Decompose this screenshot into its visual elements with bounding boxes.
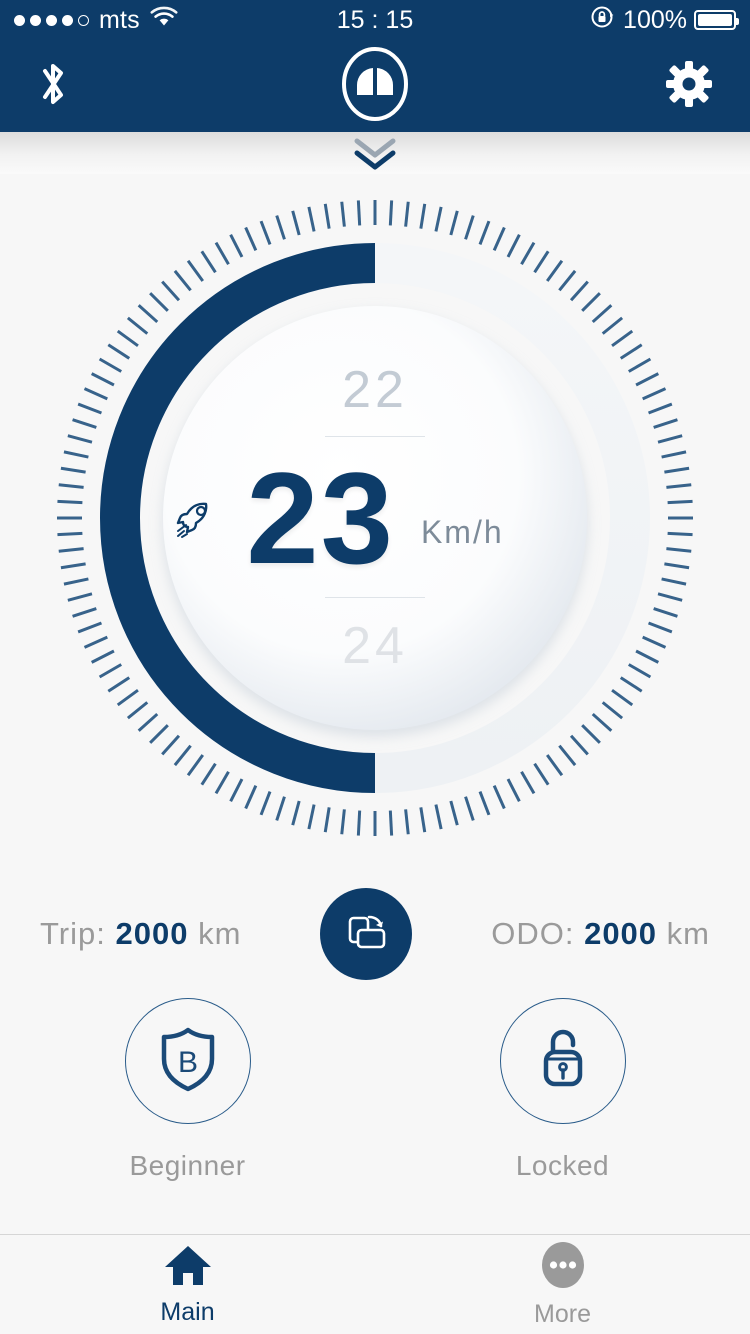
main-content: 22 23 Km/h 24 Trip: 2000 km ODO: 2000 km…: [0, 174, 750, 1234]
trip-label: Trip:: [40, 916, 106, 951]
shield-b-icon: B: [156, 1024, 220, 1099]
gear-icon[interactable]: [664, 59, 714, 114]
bottom-tab-bar: Main More: [0, 1234, 750, 1334]
status-bar-left: mts: [14, 6, 178, 35]
trip-stat: Trip: 2000 km: [40, 916, 241, 952]
home-icon: [163, 1243, 213, 1292]
status-bar: mts 15 : 15 100%: [0, 0, 750, 40]
status-bar-right: 100%: [590, 4, 739, 37]
odo-value: 2000: [584, 916, 658, 951]
wifi-icon: [150, 6, 178, 35]
battery-fill: [698, 14, 732, 26]
odo-stat: ODO: 2000 km: [491, 916, 710, 952]
tab-main[interactable]: Main: [0, 1235, 375, 1334]
signal-dot: [62, 14, 73, 26]
bluetooth-icon[interactable]: [36, 57, 70, 116]
mode-lock-label: Locked: [515, 1150, 610, 1181]
tab-more-label: More: [534, 1299, 591, 1328]
trip-unit: km: [198, 916, 242, 951]
signal-strength-dots: [14, 14, 89, 26]
trip-odo-row: Trip: 2000 km ODO: 2000 km: [0, 884, 750, 984]
mode-beginner-circle[interactable]: B: [124, 998, 251, 1124]
signal-dot: [14, 14, 25, 26]
screen-rotate-button[interactable]: [320, 888, 413, 980]
tab-more[interactable]: More: [375, 1235, 750, 1334]
ellipsis-circle-icon: [539, 1241, 587, 1294]
tab-main-label: Main: [160, 1297, 215, 1326]
svg-text:B: B: [177, 1046, 197, 1079]
mode-beginner-label: Beginner: [129, 1150, 246, 1181]
carrier-name: mts: [99, 5, 140, 34]
odo-unit: km: [666, 916, 710, 951]
app-header: [0, 40, 750, 132]
speed-gauge[interactable]: 22 23 Km/h 24: [45, 188, 705, 848]
gauge-inner-disc: [163, 306, 587, 730]
mode-lock[interactable]: Locked: [443, 998, 683, 1182]
trip-value: 2000: [115, 916, 189, 951]
mode-row: B Beginner Locked: [0, 994, 750, 1214]
signal-dot: [46, 14, 57, 26]
brand-logo-icon[interactable]: [335, 44, 415, 129]
battery-percent: 100%: [623, 5, 687, 34]
mode-beginner[interactable]: B Beginner: [68, 998, 308, 1182]
rotation-lock-icon: [590, 4, 616, 37]
pull-down-handle[interactable]: [0, 132, 750, 174]
screen-rotate-icon: [342, 908, 390, 961]
mode-lock-circle[interactable]: [499, 998, 626, 1124]
battery-full-icon: [694, 10, 739, 30]
odo-label: ODO:: [491, 916, 575, 951]
signal-dot-empty: [78, 14, 89, 26]
double-chevron-down-icon[interactable]: [345, 133, 405, 173]
signal-dot: [30, 14, 41, 26]
padlock-unlocked-icon: [532, 1024, 594, 1099]
